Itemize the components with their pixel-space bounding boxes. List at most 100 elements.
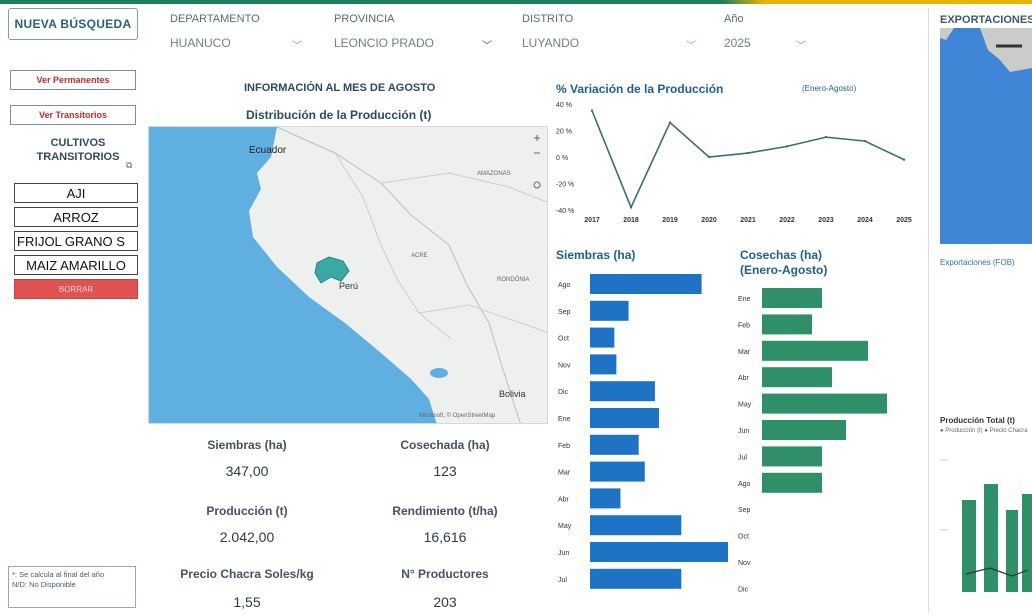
category-label: May: [558, 523, 572, 530]
chevron-down-icon[interactable]: ﹀: [686, 37, 696, 52]
category-label: Nov: [738, 560, 751, 567]
map-attribution: Microsoft, © OpenStreetMap: [419, 413, 496, 419]
map-label-peru: Perú: [339, 281, 359, 291]
x-tick-label: 2021: [740, 217, 756, 224]
variation-line: [591, 110, 905, 210]
bar: [590, 434, 639, 455]
bar: [590, 515, 682, 536]
crop-item[interactable]: ARROZ: [14, 207, 138, 227]
view-permanent-button[interactable]: Ver Permanentes: [10, 70, 136, 90]
bar: [590, 568, 682, 589]
x-tick-label: 2017: [584, 217, 600, 224]
production-total-label: Producción Total (t): [940, 416, 1015, 425]
category-label: May: [738, 402, 752, 409]
category-label: Jul: [738, 454, 747, 461]
crops-title: CULTIVOS TRANSITORIOS: [36, 137, 120, 163]
x-tick-label: 2022: [779, 217, 795, 224]
bar: [762, 340, 868, 361]
panel-divider: [928, 8, 929, 612]
filter-provincia-label: PROVINCIA: [334, 13, 395, 25]
new-search-button[interactable]: NUEVA BÚSQUEDA: [8, 8, 138, 40]
footnote-box: *: Se calcula al final del año N/D: No D…: [8, 566, 136, 608]
map-label-bolivia: Bolivia: [499, 389, 526, 399]
category-label: Oct: [738, 534, 749, 541]
filter-anio-value[interactable]: 2025: [724, 36, 751, 50]
category-label: Dic: [738, 586, 749, 593]
category-label: Mar: [558, 470, 571, 477]
kpi-label: Cosechada (ha): [400, 438, 490, 452]
x-tick-label: 2019: [662, 217, 678, 224]
map-title: Distribución de la Producción (t): [246, 108, 432, 122]
kpi-label: Siembras (ha): [207, 438, 287, 452]
map-label-amazonas: AMAZONAS: [477, 171, 511, 177]
category-label: Ago: [738, 481, 751, 488]
harvest-chart-title: Cosechas (ha) (Enero-Agosto): [740, 248, 828, 277]
bar: [762, 393, 887, 414]
category-label: Jun: [558, 550, 569, 557]
kpi-label: Precio Chacra Soles/kg: [180, 567, 314, 581]
bar: [590, 300, 629, 321]
category-label: Dic: [558, 389, 569, 396]
map-label-ecuador: Ecuador: [249, 145, 287, 156]
bar: [762, 472, 822, 493]
line-chart-subtitle: (Enero-Agosto): [802, 84, 857, 93]
category-label: Ene: [738, 296, 751, 303]
bar: [590, 327, 615, 348]
x-tick-label: 2018: [623, 217, 639, 224]
kpi-value: 2.042,00: [219, 529, 275, 545]
bar: [762, 420, 846, 440]
line-chart[interactable]: 40 % 20 % 0 % -20 % -40 % 2017 2018 2019 2020 202…: [552, 96, 912, 228]
x-tick-label: 2023: [818, 217, 834, 224]
production-total-chart[interactable]: [936, 440, 1032, 610]
filter-departamento-value[interactable]: HUANUCO: [170, 36, 231, 50]
filter-provincia-value[interactable]: LEONCIO PRADO: [334, 36, 434, 50]
kpi-value: 203: [433, 594, 457, 610]
view-transitory-button[interactable]: Ver Transitorios: [10, 105, 136, 125]
kpi-value: 123: [433, 463, 457, 479]
exports-label: Exportaciones (FOB): [940, 258, 1015, 267]
chevron-down-icon[interactable]: ﹀: [292, 37, 302, 52]
x-tick-label: 2020: [701, 217, 717, 224]
variation-point: [746, 151, 750, 155]
sowing-bar-chart[interactable]: Ago Sep Oct Nov Dic Ene Feb Mar Abr May Jun Jul: [552, 270, 732, 596]
exports-map[interactable]: [940, 28, 1032, 244]
production-map[interactable]: Ecuador Perú Bolivia AMAZONAS ACRE RONDÔ…: [148, 126, 548, 424]
crop-item[interactable]: FRIJOL GRANO S: [14, 231, 138, 251]
bar: [762, 446, 822, 467]
x-tick-label: 2024: [857, 217, 873, 224]
category-label: Abr: [738, 375, 750, 382]
category-label: Nov: [558, 362, 571, 369]
x-tick-label: 2025: [896, 217, 912, 224]
category-label: Abr: [558, 496, 570, 503]
footnote-line: N/D: No Disponible: [12, 580, 76, 589]
harvest-bar-chart[interactable]: Ene Feb Mar Abr May Jun Jul Ago Sep Oct Nov Dic: [732, 284, 922, 596]
bar: [590, 381, 655, 402]
clear-filter-icon[interactable]: ⧉: [126, 160, 132, 171]
variation-point: [629, 206, 633, 209]
variation-point: [824, 135, 828, 139]
filter-departamento-label: DEPARTAMENTO: [170, 13, 260, 25]
chevron-down-icon[interactable]: ﹀: [482, 37, 492, 52]
y-tick-label: 0 %: [556, 155, 568, 162]
bar: [762, 314, 812, 335]
variation-point: [785, 145, 789, 148]
category-label: Oct: [558, 336, 569, 343]
filter-distrito-label: DISTRITO: [522, 13, 574, 25]
bar: [590, 354, 617, 375]
crop-item[interactable]: AJI: [14, 183, 138, 203]
y-tick-label: -40 %: [556, 208, 574, 215]
category-label: Sep: [558, 309, 571, 316]
y-tick-label: 40 %: [556, 102, 572, 109]
clear-crops-button[interactable]: BORRAR: [14, 279, 138, 299]
y-tick-label: -20 %: [556, 182, 574, 189]
bar: [590, 274, 702, 294]
crop-item[interactable]: MAIZ AMARILLO: [14, 255, 138, 275]
exports-title: EXPORTACIONES: [940, 14, 1032, 26]
chevron-down-icon[interactable]: ﹀: [796, 37, 806, 52]
variation-point: [707, 155, 711, 159]
filter-distrito-value[interactable]: LUYANDO: [522, 36, 579, 50]
kpi-label: N° Productores: [401, 567, 489, 581]
y-tick-label: 20 %: [556, 129, 572, 136]
info-title: INFORMACIÓN AL MES DE AGOSTO: [244, 82, 436, 94]
category-label: Sep: [738, 507, 751, 514]
